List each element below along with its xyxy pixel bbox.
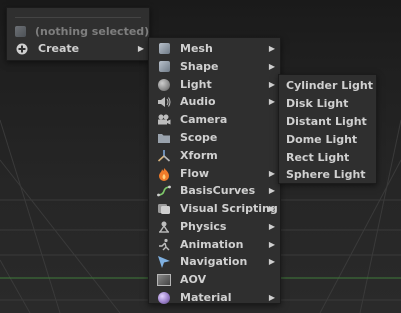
- light-item-rect[interactable]: Rect Light: [279, 149, 376, 166]
- submenu-arrow-icon: ▶: [268, 257, 275, 266]
- submenu-arrow-icon: ▶: [268, 44, 275, 53]
- light-item-sphere[interactable]: Sphere Light: [279, 166, 376, 183]
- create-item-label: Material: [180, 291, 232, 304]
- create-item-mesh[interactable]: Mesh ▶: [149, 40, 280, 57]
- create-item-label: Physics: [180, 220, 227, 233]
- light-item-label: Disk Light: [286, 97, 349, 110]
- create-item-label: Flow: [180, 167, 210, 180]
- create-label: Create: [38, 42, 80, 55]
- nothing-selected-label: (nothing selected): [35, 25, 150, 38]
- light-item-label: Distant Light: [286, 115, 367, 128]
- submenu-arrow-icon: ▶: [268, 204, 275, 213]
- light-item-dome[interactable]: Dome Light: [279, 131, 376, 148]
- create-item-label: Animation: [180, 238, 244, 251]
- xform-icon: [157, 149, 171, 163]
- flame-icon: [157, 167, 171, 181]
- light-item-distant[interactable]: Distant Light: [279, 113, 376, 130]
- submenu-arrow-icon: ▶: [268, 80, 275, 89]
- submenu-arrow-icon: ▶: [268, 240, 275, 249]
- cube-icon: [15, 25, 26, 39]
- create-item-camera[interactable]: Camera: [149, 111, 280, 128]
- plus-circle-icon: [15, 42, 29, 56]
- create-item-label: Navigation: [180, 255, 248, 268]
- create-item-light[interactable]: Light ▶: [149, 76, 280, 93]
- create-item-physics[interactable]: Physics ▶: [149, 218, 280, 235]
- light-item-label: Rect Light: [286, 151, 350, 164]
- create-item-shape[interactable]: Shape ▶: [149, 58, 280, 75]
- create-item-label: Light: [180, 78, 212, 91]
- create-item-label: BasisCurves: [180, 184, 256, 197]
- submenu-arrow-icon: ▶: [137, 44, 144, 53]
- submenu-arrow-icon: ▶: [268, 222, 275, 231]
- create-item-aov[interactable]: AOV: [149, 271, 280, 288]
- camera-icon: [157, 113, 171, 127]
- light-item-label: Sphere Light: [286, 168, 366, 181]
- create-submenu: Mesh ▶ Shape ▶ Light ▶ Audio ▶ Camera Sc…: [148, 37, 281, 304]
- light-submenu: Cylinder Light Disk Light Distant Light …: [278, 74, 377, 184]
- create-item-scope[interactable]: Scope: [149, 129, 280, 146]
- visual-scripting-icon: [157, 202, 171, 216]
- running-figure-icon: [157, 238, 171, 252]
- create-item-label: Shape: [180, 60, 219, 73]
- mesh-icon: [157, 42, 171, 56]
- context-menu: (nothing selected) Create ▶: [6, 7, 150, 61]
- light-item-disk[interactable]: Disk Light: [279, 95, 376, 112]
- menu-separator: [15, 17, 141, 18]
- create-item-label: AOV: [180, 273, 207, 286]
- light-item-cylinder[interactable]: Cylinder Light: [279, 77, 376, 94]
- create-item-basiscurves[interactable]: BasisCurves ▶: [149, 182, 280, 199]
- aov-image-icon: [157, 273, 171, 287]
- shape-icon: [157, 60, 171, 74]
- submenu-arrow-icon: ▶: [268, 293, 275, 302]
- create-item-xform[interactable]: Xform: [149, 147, 280, 164]
- physics-icon: [157, 220, 171, 234]
- create-item-label: Scope: [180, 131, 218, 144]
- create-item-label: Camera: [180, 113, 228, 126]
- submenu-arrow-icon: ▶: [268, 186, 275, 195]
- submenu-arrow-icon: ▶: [268, 169, 275, 178]
- material-sphere-icon: [157, 291, 171, 305]
- create-item-navigation[interactable]: Navigation ▶: [149, 253, 280, 270]
- create-item-animation[interactable]: Animation ▶: [149, 236, 280, 253]
- create-item-audio[interactable]: Audio ▶: [149, 93, 280, 110]
- create-item-label: Mesh: [180, 42, 213, 55]
- create-item-material[interactable]: Material ▶: [149, 289, 280, 306]
- submenu-arrow-icon: ▶: [268, 62, 275, 71]
- create-item-label: Xform: [180, 149, 218, 162]
- create-item-label: Audio: [180, 95, 216, 108]
- create-item-label: Visual Scripting: [180, 202, 278, 215]
- create-item-visual-scripting[interactable]: Visual Scripting ▶: [149, 200, 280, 217]
- audio-icon: [157, 95, 171, 109]
- submenu-arrow-icon: ▶: [268, 97, 275, 106]
- curve-icon: [157, 184, 171, 198]
- create-menu-item[interactable]: Create ▶: [7, 40, 149, 57]
- light-item-label: Cylinder Light: [286, 79, 373, 92]
- light-icon: [157, 78, 171, 92]
- create-item-flow[interactable]: Flow ▶: [149, 165, 280, 182]
- navigation-arrow-icon: [157, 255, 171, 269]
- nothing-selected-item: (nothing selected): [7, 23, 149, 40]
- scope-icon: [157, 131, 171, 145]
- light-item-label: Dome Light: [286, 133, 358, 146]
